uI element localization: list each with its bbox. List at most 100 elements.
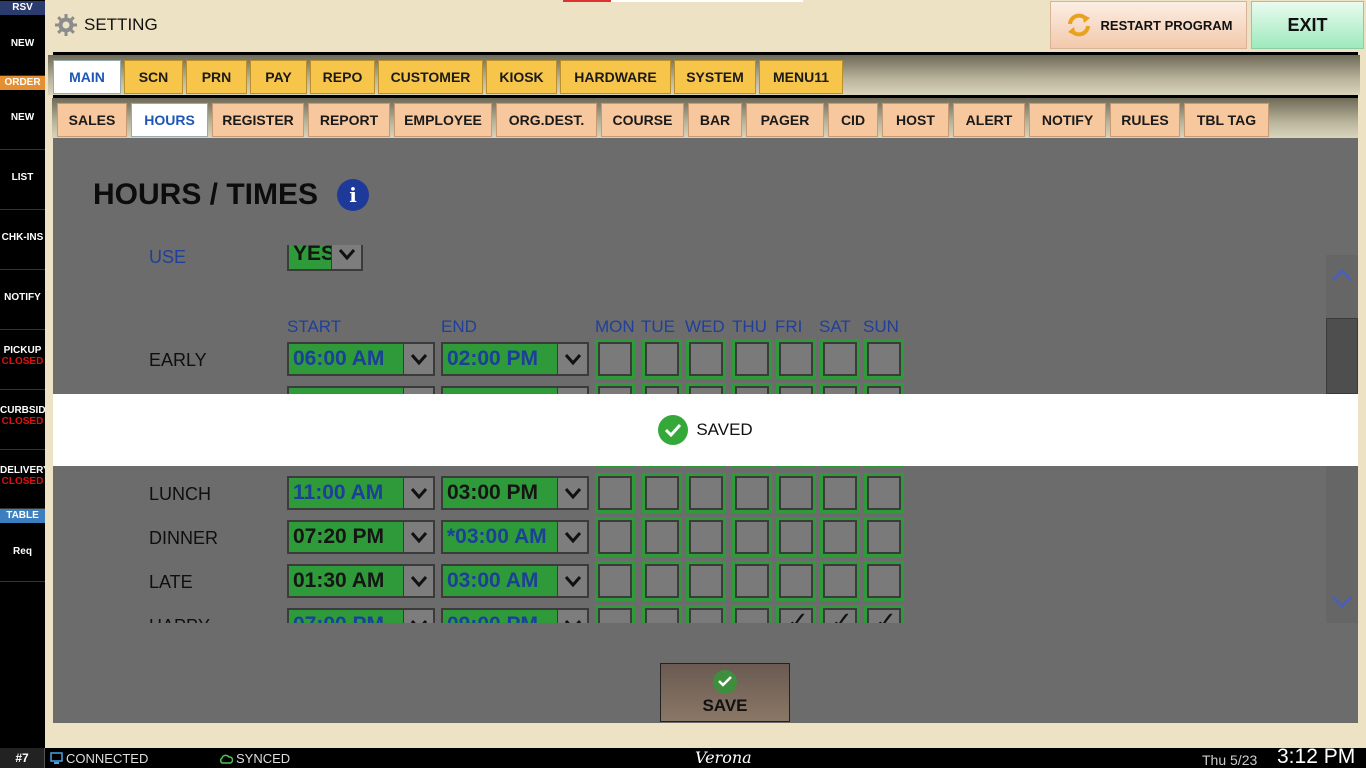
- day-checkbox-mon[interactable]: [595, 339, 635, 379]
- checkbox-box: [598, 342, 632, 376]
- day-checkbox-fri[interactable]: [776, 473, 816, 513]
- day-checkbox-sat[interactable]: [820, 517, 860, 557]
- day-checkbox-sat[interactable]: [820, 561, 860, 601]
- start-time-value: 07:20 PM: [293, 525, 385, 548]
- day-checkbox-mon[interactable]: [595, 517, 635, 557]
- scroll-up-button[interactable]: [1326, 255, 1358, 295]
- day-checkbox-thu[interactable]: [732, 561, 772, 601]
- day-checkbox-tue[interactable]: [642, 561, 682, 601]
- subtab-cid[interactable]: CID: [828, 103, 878, 137]
- day-checkbox-tue[interactable]: [642, 339, 682, 379]
- end-column-header: END: [441, 317, 477, 336]
- tab-repo[interactable]: REPO: [310, 60, 375, 94]
- subtab-tbl-tag[interactable]: TBL TAG: [1184, 103, 1269, 137]
- sidebar-item-6[interactable]: DELIVERY CLOSED: [0, 450, 45, 509]
- day-checkbox-thu[interactable]: [732, 339, 772, 379]
- day-checkbox-sat[interactable]: [820, 605, 860, 623]
- subtab-notify[interactable]: NOTIFY: [1029, 103, 1106, 137]
- tab-main[interactable]: MAIN: [53, 60, 121, 94]
- day-checkbox-sat[interactable]: [820, 473, 860, 513]
- checkbox-box: [735, 342, 769, 376]
- subtab-employee[interactable]: EMPLOYEE: [394, 103, 492, 137]
- info-icon[interactable]: i: [337, 179, 369, 211]
- end-time-select[interactable]: *03:00 AM: [441, 520, 589, 554]
- sidebar-item-5[interactable]: CURBSID CLOSED: [0, 390, 45, 450]
- day-checkbox-sun[interactable]: [864, 605, 904, 623]
- day-checkbox-tue[interactable]: [642, 473, 682, 513]
- day-checkbox-fri[interactable]: [776, 605, 816, 623]
- subtab-host[interactable]: HOST: [882, 103, 949, 137]
- start-time-select[interactable]: 07:00 PM: [287, 608, 435, 623]
- subtab-org-dest-[interactable]: ORG.DEST.: [496, 103, 597, 137]
- page-title: HOURS / TIMES: [93, 178, 319, 211]
- day-checkbox-thu[interactable]: [732, 517, 772, 557]
- save-button[interactable]: SAVE: [660, 663, 790, 722]
- scroll-down-button[interactable]: [1326, 582, 1358, 622]
- subtab-rules[interactable]: RULES: [1110, 103, 1180, 137]
- day-checkbox-fri[interactable]: [776, 517, 816, 557]
- day-checkbox-mon[interactable]: [595, 605, 635, 623]
- use-label: USE: [149, 247, 187, 267]
- checkbox-box: [867, 606, 901, 623]
- sidebar-item-0[interactable]: NEW: [0, 90, 45, 150]
- subtab-hours[interactable]: HOURS: [131, 103, 208, 137]
- day-checkbox-sat[interactable]: [820, 339, 860, 379]
- subtab-register[interactable]: REGISTER: [212, 103, 304, 137]
- subtab-alert[interactable]: ALERT: [953, 103, 1025, 137]
- day-checkbox-sun[interactable]: [864, 517, 904, 557]
- tab-customer[interactable]: CUSTOMER: [378, 60, 483, 94]
- exit-button[interactable]: EXIT: [1251, 1, 1364, 49]
- tab-scn[interactable]: SCN: [124, 60, 183, 94]
- chevron-down-icon: [557, 610, 587, 623]
- sidebar-item-3[interactable]: NOTIFY: [0, 270, 45, 330]
- start-time-select[interactable]: 01:30 AM: [287, 564, 435, 598]
- day-checkbox-thu[interactable]: [732, 605, 772, 623]
- day-checkbox-fri[interactable]: [776, 561, 816, 601]
- day-checkbox-tue[interactable]: [642, 605, 682, 623]
- end-time-select[interactable]: 09:00 PM: [441, 608, 589, 623]
- day-checkbox-wed[interactable]: [686, 605, 726, 623]
- subtab-sales[interactable]: SALES: [57, 103, 127, 137]
- end-time-select[interactable]: 03:00 PM: [441, 476, 589, 510]
- day-checkbox-thu[interactable]: [732, 473, 772, 513]
- restart-program-button[interactable]: RESTART PROGRAM: [1050, 1, 1247, 49]
- subtab-bar[interactable]: BAR: [688, 103, 742, 137]
- save-label: SAVE: [702, 695, 748, 715]
- end-time-select[interactable]: 03:00 AM: [441, 564, 589, 598]
- day-checkbox-mon[interactable]: [595, 473, 635, 513]
- rsv-new-button[interactable]: NEW: [0, 16, 45, 76]
- network-icon: [50, 752, 63, 764]
- day-checkbox-mon[interactable]: [595, 561, 635, 601]
- sidebar-item-1[interactable]: LIST: [0, 150, 45, 210]
- sidebar-item-4[interactable]: PICKUP CLOSED: [0, 330, 45, 390]
- tab-pay[interactable]: PAY: [250, 60, 307, 94]
- tab-kiosk[interactable]: KIOSK: [486, 60, 557, 94]
- day-checkbox-sun[interactable]: [864, 473, 904, 513]
- day-header-thu: THU: [732, 317, 767, 336]
- subtab-course[interactable]: COURSE: [601, 103, 684, 137]
- tab-prn[interactable]: PRN: [186, 60, 247, 94]
- start-time-select[interactable]: 06:00 AM: [287, 342, 435, 376]
- day-checkbox-wed[interactable]: [686, 517, 726, 557]
- tab-menu11[interactable]: MENU11: [759, 60, 843, 94]
- start-time-select[interactable]: 07:20 PM: [287, 520, 435, 554]
- use-select[interactable]: YES: [287, 245, 363, 271]
- checkbox-box: [779, 476, 813, 510]
- req-button[interactable]: Req: [0, 524, 45, 582]
- day-checkbox-fri[interactable]: [776, 339, 816, 379]
- subtab-pager[interactable]: PAGER: [746, 103, 824, 137]
- sidebar-item-2[interactable]: CHK-INS: [0, 210, 45, 270]
- day-checkbox-sun[interactable]: [864, 339, 904, 379]
- start-time-select[interactable]: 11:00 AM: [287, 476, 435, 510]
- day-checkbox-wed[interactable]: [686, 473, 726, 513]
- subtab-report[interactable]: REPORT: [308, 103, 390, 137]
- day-checkbox-wed[interactable]: [686, 561, 726, 601]
- tab-hardware[interactable]: HARDWARE: [560, 60, 671, 94]
- day-checkbox-sun[interactable]: [864, 561, 904, 601]
- day-checkbox-wed[interactable]: [686, 339, 726, 379]
- end-time-select[interactable]: 02:00 PM: [441, 342, 589, 376]
- day-checkbox-tue[interactable]: [642, 517, 682, 557]
- tab-system[interactable]: SYSTEM: [674, 60, 756, 94]
- progress-indicator: [563, 0, 611, 2]
- scrollbar-thumb[interactable]: [1326, 318, 1358, 394]
